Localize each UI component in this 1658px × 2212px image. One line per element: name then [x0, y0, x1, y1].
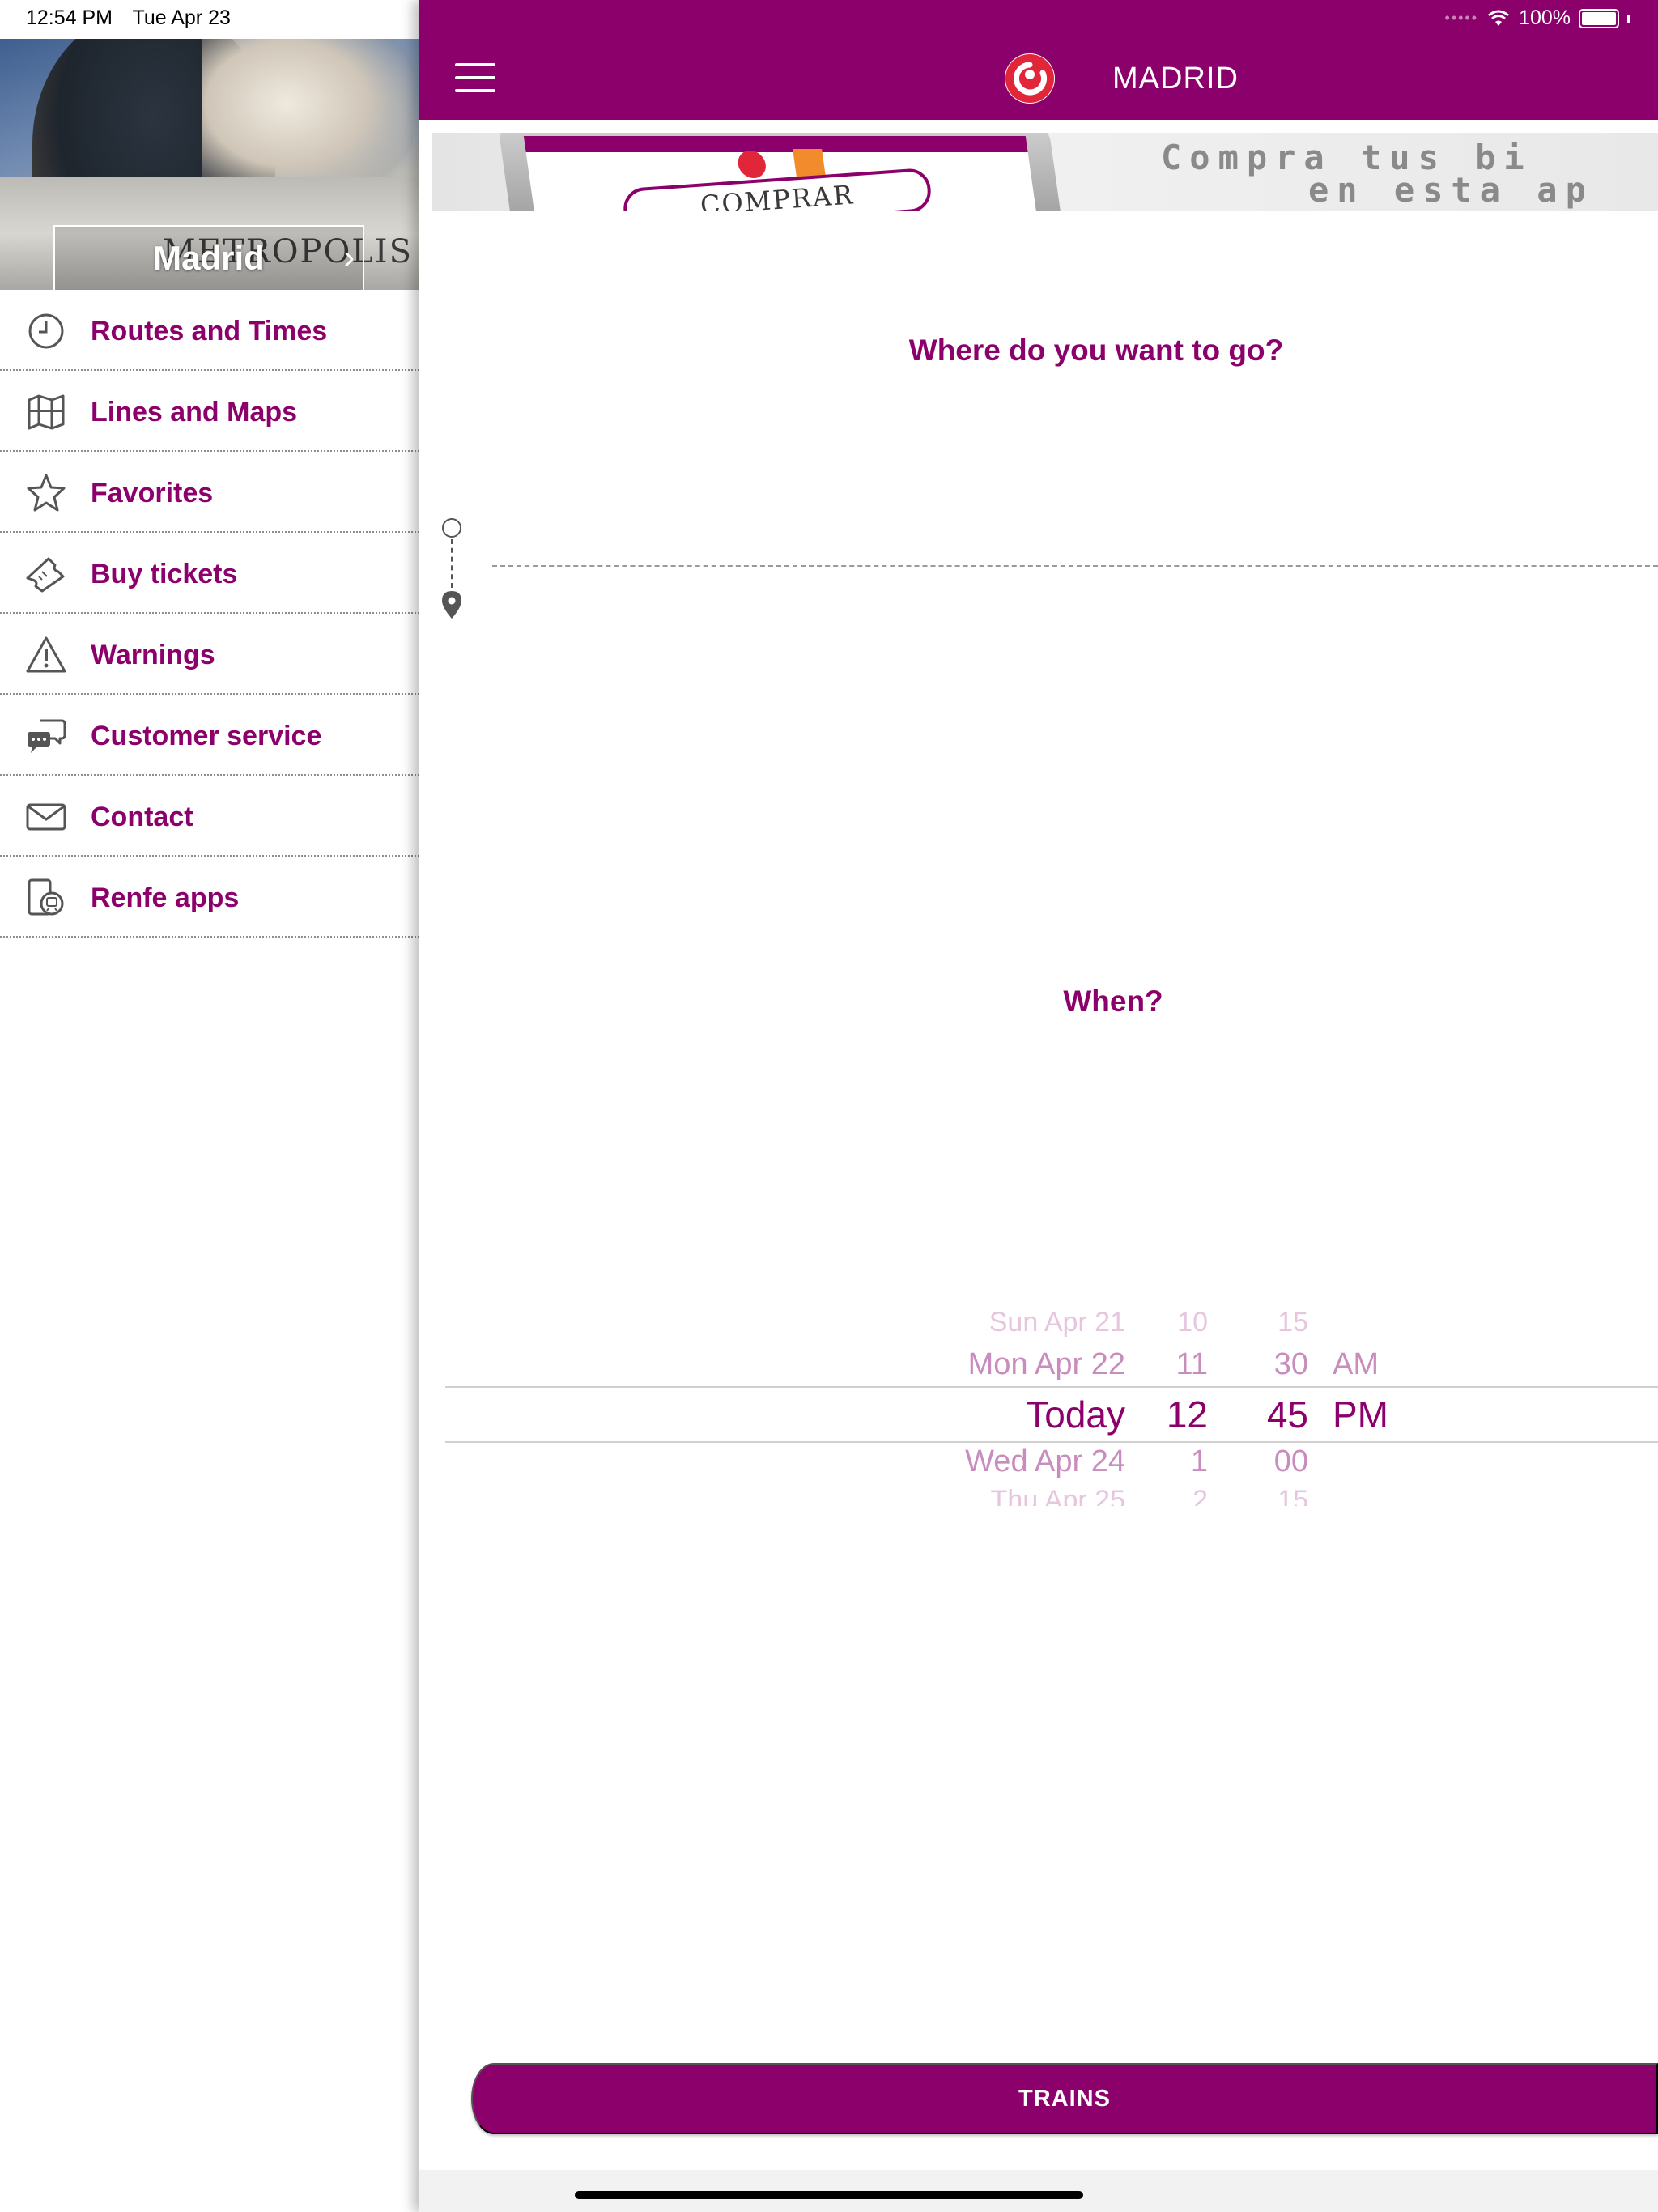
- picker-hour-option[interactable]: 2: [1192, 1485, 1208, 1506]
- menu-label: Contact: [91, 802, 193, 832]
- status-bar-right: ••••• 100%: [1445, 6, 1630, 30]
- picker-period-selected[interactable]: PM: [1333, 1393, 1388, 1436]
- home-indicator[interactable]: [575, 2191, 1083, 2199]
- picker-hour-option[interactable]: 10: [1177, 1312, 1208, 1338]
- menu-item-favorites[interactable]: Favorites: [0, 452, 419, 533]
- picker-date-option[interactable]: Thu Apr 25: [991, 1485, 1125, 1506]
- nav-bar: MADRID: [419, 39, 1658, 120]
- app-root: 12:54 PM Tue Apr 23 METROPOLIS Madrid › …: [0, 0, 1658, 2212]
- map-icon: [24, 392, 68, 432]
- destination-input[interactable]: [492, 565, 1658, 567]
- drawer-menu: Routes and Times Lines and Maps Favorite…: [0, 290, 419, 938]
- picker-hour-option[interactable]: 11: [1176, 1347, 1208, 1382]
- picker-period-column[interactable]: AM PM: [1324, 1312, 1438, 1506]
- mail-icon: [24, 797, 68, 837]
- warning-icon: [24, 635, 68, 675]
- origin-circle-icon: [442, 518, 461, 538]
- menu-item-routes-and-times[interactable]: Routes and Times: [0, 290, 419, 371]
- main-panel: ••••• 100% MADRID COMPRAR Compra tus bi …: [419, 0, 1658, 2212]
- picker-hour-selected[interactable]: 12: [1167, 1393, 1208, 1436]
- menu-label: Customer service: [91, 721, 322, 751]
- chevron-right-icon: ›: [343, 240, 355, 275]
- ad-banner[interactable]: COMPRAR Compra tus bi en esta ap: [432, 133, 1658, 211]
- hamburger-menu-icon[interactable]: [455, 63, 495, 96]
- renfe-logo-icon: [1005, 53, 1055, 104]
- picker-minute-option[interactable]: 30: [1274, 1347, 1308, 1382]
- menu-item-customer-service[interactable]: Customer service: [0, 695, 419, 776]
- picker-minute-option[interactable]: 15: [1278, 1485, 1308, 1506]
- picker-minute-option[interactable]: 00: [1274, 1444, 1308, 1479]
- city-banner[interactable]: METROPOLIS Madrid ›: [0, 39, 419, 290]
- side-drawer: 12:54 PM Tue Apr 23 METROPOLIS Madrid › …: [0, 0, 419, 2212]
- picker-hour-column[interactable]: 10 11 12 1 2: [1125, 1312, 1231, 1506]
- picker-minute-column[interactable]: 15 30 45 00 15: [1231, 1312, 1324, 1506]
- status-bar-right-area: ••••• 100%: [419, 0, 1658, 39]
- star-icon: [24, 473, 68, 513]
- menu-label: Lines and Maps: [91, 397, 298, 428]
- picker-period-option[interactable]: AM: [1333, 1347, 1379, 1382]
- location-pin-icon: [442, 591, 461, 619]
- menu-label: Buy tickets: [91, 559, 238, 589]
- picker-date-option[interactable]: Wed Apr 24: [965, 1444, 1125, 1479]
- date-time-picker[interactable]: Sun Apr 21 Mon Apr 22 Today Wed Apr 24 T…: [445, 1312, 1658, 1506]
- battery-percent: 100%: [1519, 6, 1571, 29]
- menu-item-warnings[interactable]: Warnings: [0, 614, 419, 695]
- status-time: 12:54 PM: [26, 6, 113, 29]
- menu-item-buy-tickets[interactable]: Buy tickets: [0, 533, 419, 614]
- wifi-icon: [1488, 10, 1510, 26]
- city-selector-button[interactable]: Madrid ›: [53, 225, 364, 290]
- ad-screen-strip: [523, 136, 1028, 152]
- picker-date-option[interactable]: Sun Apr 21: [989, 1312, 1125, 1338]
- picker-minute-option[interactable]: 15: [1278, 1312, 1308, 1338]
- picker-hour-option[interactable]: 1: [1191, 1444, 1208, 1479]
- ad-text-line2: en esta ap: [1308, 170, 1594, 210]
- picker-date-option[interactable]: Mon Apr 22: [968, 1347, 1125, 1382]
- status-bar-left: 12:54 PM Tue Apr 23: [26, 6, 245, 30]
- picker-date-column[interactable]: Sun Apr 21 Mon Apr 22 Today Wed Apr 24 T…: [445, 1312, 1125, 1506]
- battery-icon: [1579, 8, 1619, 28]
- where-title: Where do you want to go?: [908, 334, 1284, 367]
- city-name: Madrid: [153, 239, 265, 277]
- battery-nub: [1627, 14, 1630, 23]
- clock-icon: [24, 311, 68, 351]
- menu-label: Routes and Times: [91, 316, 328, 347]
- trains-button[interactable]: TRAINS: [471, 2063, 1658, 2134]
- page-title: MADRID: [1112, 62, 1239, 96]
- menu-item-lines-and-maps[interactable]: Lines and Maps: [0, 371, 419, 452]
- apps-icon: [24, 878, 68, 918]
- ticket-icon: [24, 554, 68, 594]
- menu-item-contact[interactable]: Contact: [0, 776, 419, 857]
- menu-label: Favorites: [91, 478, 214, 508]
- status-date: Tue Apr 23: [132, 6, 231, 29]
- picker-minute-selected[interactable]: 45: [1267, 1393, 1308, 1436]
- ad-orange-logo-icon: [793, 149, 826, 177]
- menu-label: Renfe apps: [91, 883, 240, 913]
- menu-item-renfe-apps[interactable]: Renfe apps: [0, 857, 419, 938]
- ad-renfe-logo-icon: [736, 151, 768, 178]
- signal-icon: •••••: [1444, 10, 1479, 26]
- menu-label: Warnings: [91, 640, 215, 670]
- when-title: When?: [1063, 985, 1163, 1018]
- picker-date-selected[interactable]: Today: [1026, 1393, 1125, 1436]
- chat-icon: [24, 716, 68, 756]
- route-connector: [451, 539, 453, 588]
